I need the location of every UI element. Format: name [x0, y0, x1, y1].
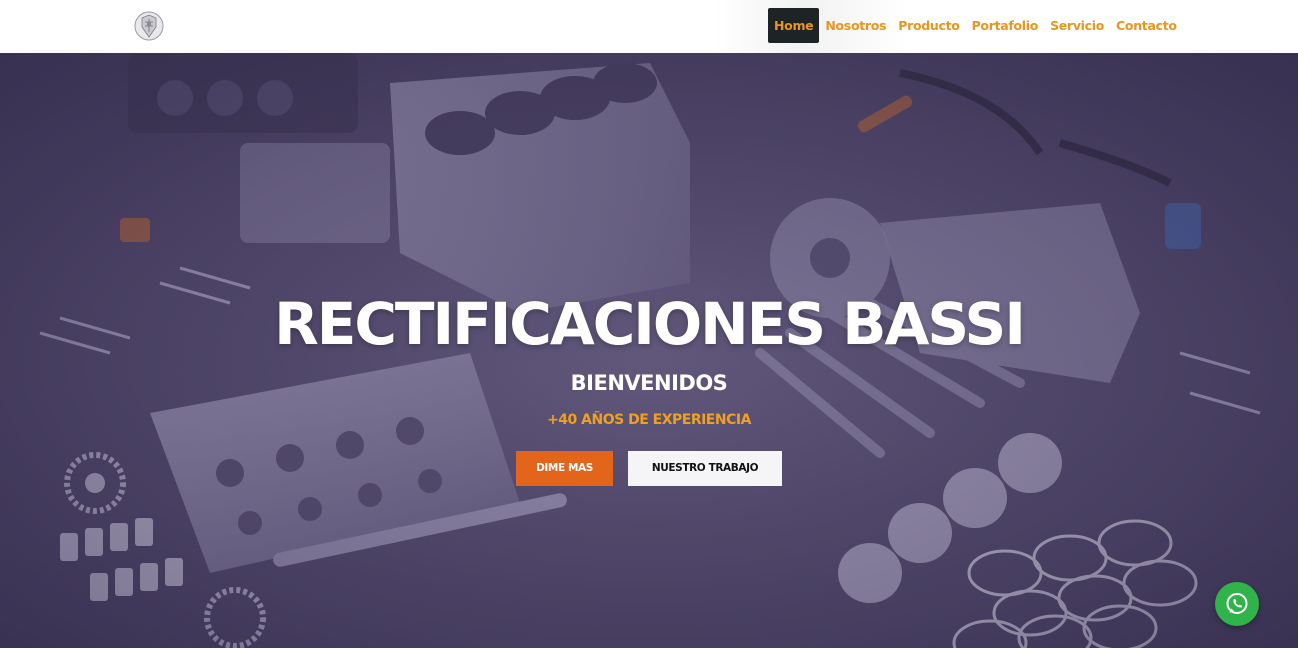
hero-title: RECTIFICACIONES BASSI — [274, 290, 1026, 358]
nav-nosotros[interactable]: Nosotros — [819, 8, 892, 43]
nav-portafolio[interactable]: Portafolio — [966, 8, 1045, 43]
site-header: Home Nosotros Producto Portafolio Servic… — [0, 0, 1298, 53]
whatsapp-button[interactable] — [1215, 582, 1259, 626]
crest-logo-icon[interactable] — [133, 10, 165, 42]
hero-subtitle: BIENVENIDOS — [570, 371, 728, 395]
nav-home[interactable]: Home — [768, 8, 820, 43]
nav-servicio[interactable]: Servicio — [1044, 8, 1110, 43]
nav-contacto[interactable]: Contacto — [1110, 8, 1183, 43]
nav-producto[interactable]: Producto — [892, 8, 965, 43]
nuestro-trabajo-button[interactable]: NUESTRO TRABAJO — [628, 451, 782, 486]
hero-section: RECTIFICACIONES BASSI BIENVENIDOS +40 AÑ… — [0, 53, 1298, 648]
hero-tagline: +40 AÑOS DE EXPERIENCIA — [547, 412, 751, 428]
dime-mas-button[interactable]: DIME MAS — [516, 451, 613, 486]
whatsapp-icon — [1226, 593, 1248, 614]
main-nav: Home Nosotros Producto Portafolio Servic… — [768, 8, 1183, 43]
